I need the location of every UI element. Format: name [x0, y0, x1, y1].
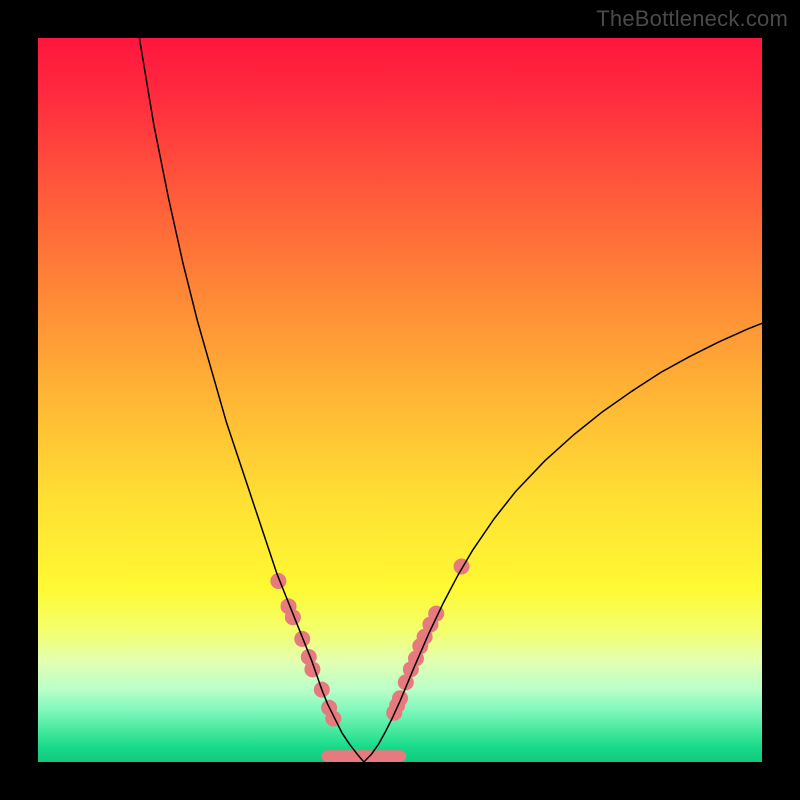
- chart-frame: TheBottleneck.com: [0, 0, 800, 800]
- left-curve: [139, 38, 363, 762]
- right-curve: [364, 323, 762, 762]
- highlight-marker: [392, 690, 408, 706]
- plot-area: [38, 38, 762, 762]
- watermark-text: TheBottleneck.com: [596, 6, 788, 32]
- chart-svg: [38, 38, 762, 762]
- highlight-marker: [325, 711, 341, 727]
